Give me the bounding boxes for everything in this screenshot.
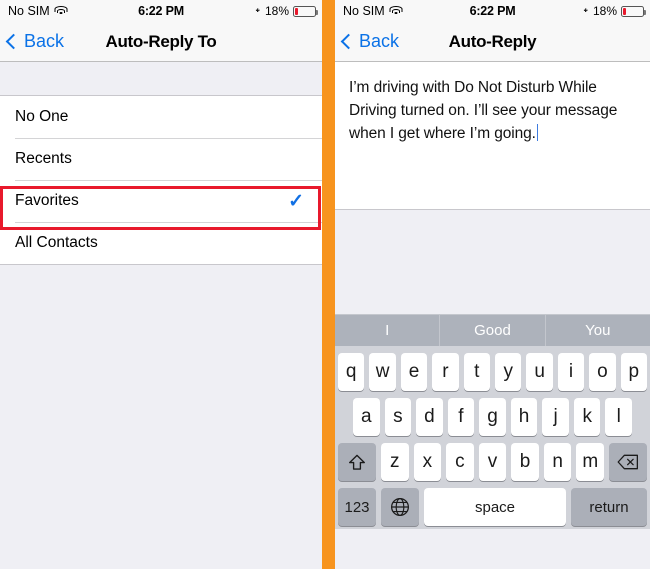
list-item-label: Favorites (15, 192, 79, 209)
key-b[interactable]: b (511, 443, 539, 481)
key-x[interactable]: x (413, 443, 442, 481)
globe-icon (391, 498, 409, 516)
keyboard-row-4: 123 space return (335, 488, 650, 526)
key-h[interactable]: h (510, 398, 538, 436)
wifi-icon (54, 6, 68, 16)
text-cursor (536, 124, 539, 141)
key-v[interactable]: v (478, 443, 507, 481)
carrier-label: No SIM (8, 4, 50, 18)
right-phone-screen: No SIM 6:22 PM ᛭ 18% Back Auto-Reply I’m… (335, 0, 650, 569)
key-n[interactable]: n (543, 443, 572, 481)
return-key[interactable]: return (571, 488, 647, 526)
key-p[interactable]: p (620, 353, 648, 391)
status-bar: No SIM 6:22 PM ᛭ 18% (0, 0, 322, 22)
battery-fill (623, 7, 627, 15)
key-i[interactable]: i (557, 353, 585, 391)
backspace-icon (617, 454, 639, 470)
back-button[interactable]: Back (0, 31, 64, 52)
dual-screenshot: No SIM 6:22 PM ᛭ 18% Back Auto-Reply To (0, 0, 650, 569)
key-y[interactable]: y (495, 353, 522, 391)
list-item-label: Recents (15, 150, 72, 167)
navigation-bar: Back Auto-Reply (335, 22, 650, 62)
list-item-all-contacts[interactable]: All Contacts (0, 222, 322, 264)
status-bar-left: No SIM (343, 4, 403, 18)
battery-percent-label: 18% (592, 4, 617, 18)
navigation-bar: Back Auto-Reply To (0, 22, 322, 62)
list-item-label: All Contacts (15, 234, 98, 251)
key-z[interactable]: z (380, 443, 409, 481)
content-filler (335, 210, 650, 314)
prediction-1[interactable]: I (335, 315, 439, 346)
chevron-left-icon (5, 33, 22, 50)
key-l[interactable]: l (605, 398, 633, 436)
battery-icon (293, 5, 318, 17)
bluetooth-icon: ᛭ (582, 4, 589, 17)
key-s[interactable]: s (384, 398, 412, 436)
keyboard-row-1: q w e r t y u i o p (335, 353, 650, 391)
key-w[interactable]: w (369, 353, 396, 391)
key-r[interactable]: r (432, 353, 459, 391)
predictive-text-bar: I Good You (335, 314, 650, 346)
left-phone-screen: No SIM 6:22 PM ᛭ 18% Back Auto-Reply To (0, 0, 322, 569)
list-item-no-one[interactable]: No One (0, 96, 322, 138)
key-t[interactable]: t (463, 353, 490, 391)
list-item-label: No One (15, 108, 69, 125)
key-k[interactable]: k (573, 398, 601, 436)
battery-fill (295, 7, 299, 15)
key-c[interactable]: c (446, 443, 474, 481)
key-o[interactable]: o (589, 353, 616, 391)
back-button-label: Back (24, 31, 65, 51)
auto-reply-message-field[interactable]: I’m driving with Do Not Disturb While Dr… (335, 62, 650, 210)
numbers-key[interactable]: 123 (338, 488, 376, 526)
list-bottom-spacer (0, 264, 322, 559)
status-bar-right: ᛭ 18% (254, 4, 318, 18)
shift-icon (348, 454, 365, 470)
carrier-label: No SIM (343, 4, 385, 18)
prediction-3[interactable]: You (544, 315, 650, 346)
chevron-left-icon (340, 33, 357, 50)
key-u[interactable]: u (526, 353, 553, 391)
key-j[interactable]: j (542, 398, 569, 436)
bluetooth-icon: ᛭ (254, 4, 261, 17)
battery-icon (621, 5, 646, 17)
onscreen-keyboard: I Good You q w e r t y u i o p a s d f g… (335, 314, 650, 529)
globe-key[interactable] (381, 488, 419, 526)
auto-reply-message-text: I’m driving with Do Not Disturb While Dr… (349, 79, 622, 142)
shift-key[interactable] (337, 443, 376, 481)
key-q[interactable]: q (337, 353, 365, 391)
key-g[interactable]: g (479, 398, 506, 436)
key-a[interactable]: a (352, 398, 380, 436)
key-e[interactable]: e (400, 353, 428, 391)
keyboard-row-3: z x c v b n m (335, 443, 650, 481)
key-m[interactable]: m (576, 443, 605, 481)
battery-percent-label: 18% (264, 4, 289, 18)
back-button-label: Back (359, 31, 400, 51)
back-button[interactable]: Back (335, 31, 399, 52)
backspace-key[interactable] (609, 443, 648, 481)
checkmark-icon: ✓ (288, 190, 304, 212)
wifi-icon (389, 6, 403, 16)
status-bar-right: ᛭ 18% (582, 4, 646, 18)
key-d[interactable]: d (416, 398, 443, 436)
prediction-2[interactable]: Good (439, 315, 544, 346)
panel-divider (322, 0, 335, 569)
list-item-favorites[interactable]: Favorites ✓ (0, 180, 322, 222)
list-item-recents[interactable]: Recents (0, 138, 322, 180)
list-top-spacer (0, 62, 322, 96)
auto-reply-to-options-list: No One Recents Favorites ✓ All Contacts (0, 96, 322, 264)
key-f[interactable]: f (447, 398, 475, 436)
keyboard-row-2: a s d f g h j k l (335, 398, 650, 436)
status-bar-left: No SIM (8, 4, 68, 18)
status-bar: No SIM 6:22 PM ᛭ 18% (335, 0, 650, 22)
space-key[interactable]: space (424, 488, 566, 526)
